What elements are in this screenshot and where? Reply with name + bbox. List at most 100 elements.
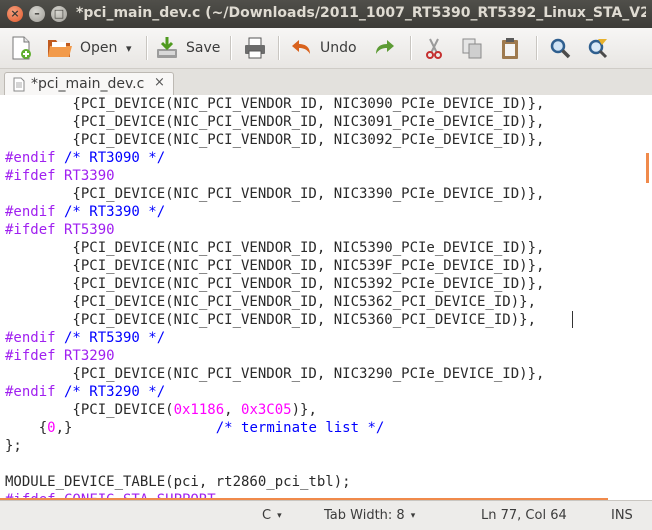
- chevron-down-icon: ▾: [410, 511, 416, 521]
- code-token: #endif: [5, 204, 56, 220]
- tab-width-selector[interactable]: Tab Width: 8 ▾: [324, 508, 415, 523]
- code-line[interactable]: {PCI_DEVICE(NIC_PCI_VENDOR_ID, NIC5360_P…: [5, 311, 536, 329]
- print-button[interactable]: [242, 34, 268, 62]
- code-token: /* terminate list */: [215, 420, 385, 436]
- code-token: {PCI_DEVICE(NIC_PCI_VENDOR_ID, NIC5392_P…: [5, 276, 545, 292]
- chevron-down-icon: ▾: [126, 41, 132, 55]
- find-replace-icon: [588, 39, 608, 59]
- tab-label: *pci_main_dev.c: [31, 76, 145, 92]
- search-icon: [550, 38, 571, 59]
- code-line[interactable]: #ifdef RT3290: [5, 347, 115, 365]
- tab-close-icon[interactable]: ×: [154, 75, 165, 90]
- language-label: C: [262, 508, 272, 523]
- document-tab-bar: *pci_main_dev.c ×: [0, 69, 652, 97]
- tab-pci-main-dev[interactable]: *pci_main_dev.c ×: [4, 72, 174, 97]
- copy-button[interactable]: [460, 34, 484, 62]
- right-margin-marker: [646, 153, 649, 183]
- code-line[interactable]: #endif /* RT5390 */: [5, 329, 165, 347]
- toolbar-separator: [278, 36, 280, 60]
- code-line[interactable]: {PCI_DEVICE(NIC_PCI_VENDOR_ID, NIC5390_P…: [5, 239, 544, 257]
- code-token: {PCI_DEVICE(: [5, 402, 174, 418]
- scissors-icon: [426, 38, 442, 59]
- code-token: /* RT3290 */: [55, 384, 166, 400]
- code-token: {PCI_DEVICE(NIC_PCI_VENDOR_ID, NIC3290_P…: [5, 366, 545, 382]
- code-token: 0x3C05: [241, 402, 292, 418]
- save-button-label: Save: [186, 40, 221, 56]
- code-line[interactable]: {PCI_DEVICE(NIC_PCI_VENDOR_ID, NIC3090_P…: [5, 95, 544, 113]
- code-line[interactable]: {0,} /* terminate list */: [5, 419, 385, 437]
- cursor-position: Ln 77, Col 64: [481, 508, 567, 523]
- code-token: ,}: [55, 420, 216, 436]
- toolbar-separator: [410, 36, 412, 60]
- save-icon: [157, 37, 177, 58]
- open-button[interactable]: Open: [46, 34, 117, 62]
- code-line[interactable]: MODULE_DEVICE_TABLE(pci, rt2860_pci_tbl)…: [5, 473, 351, 491]
- folder-open-icon: [48, 40, 72, 57]
- code-line[interactable]: #ifdef RT3390: [5, 167, 115, 185]
- search-button[interactable]: [548, 34, 572, 62]
- undo-button-label: Undo: [320, 40, 357, 56]
- toolbar-separator: [230, 36, 232, 60]
- code-token: #endif: [5, 384, 56, 400]
- print-icon: [245, 37, 265, 59]
- code-token: {PCI_DEVICE(NIC_PCI_VENDOR_ID, NIC3090_P…: [5, 96, 545, 112]
- insert-mode-indicator: INS: [611, 508, 633, 523]
- code-line[interactable]: #endif /* RT3290 */: [5, 383, 165, 401]
- code-line[interactable]: {PCI_DEVICE(NIC_PCI_VENDOR_ID, NIC3091_P…: [5, 113, 544, 131]
- code-token: /* RT5390 */: [55, 330, 166, 346]
- code-token: {PCI_DEVICE(NIC_PCI_VENDOR_ID, NIC3092_P…: [5, 132, 545, 148]
- save-button[interactable]: Save: [154, 34, 220, 62]
- code-line[interactable]: };: [5, 437, 22, 455]
- code-line[interactable]: {PCI_DEVICE(0x1186, 0x3C05)},: [5, 401, 316, 419]
- window-title: *pci_main_dev.c (~/Downloads/2011_1007_R…: [76, 5, 646, 21]
- clipboard-icon: [502, 38, 518, 59]
- open-button-label: Open: [80, 40, 118, 56]
- code-token: #endif: [5, 150, 56, 166]
- text-caret: [572, 311, 573, 328]
- new-document-icon: [12, 36, 31, 60]
- code-token: 0: [47, 420, 56, 436]
- code-editor[interactable]: {PCI_DEVICE(NIC_PCI_VENDOR_ID, NIC3090_P…: [0, 95, 652, 500]
- toolbar: Open ▾ Save Undo: [0, 28, 652, 69]
- code-line[interactable]: {PCI_DEVICE(NIC_PCI_VENDOR_ID, NIC3290_P…: [5, 365, 544, 383]
- find-replace-button[interactable]: [586, 34, 610, 62]
- status-bar: C ▾ Tab Width: 8 ▾ Ln 77, Col 64 INS: [0, 500, 652, 530]
- redo-button[interactable]: [372, 34, 396, 62]
- redo-icon: [376, 40, 394, 54]
- paste-button[interactable]: [498, 34, 522, 62]
- tab-width-label: Tab Width: 8: [324, 508, 405, 523]
- new-document-button[interactable]: [8, 34, 34, 62]
- text-document-icon: [13, 77, 25, 92]
- code-token: {PCI_DEVICE(NIC_PCI_VENDOR_ID, NIC3091_P…: [5, 114, 545, 130]
- code-token: #ifdef RT3290: [5, 348, 115, 364]
- code-token: ,: [224, 402, 242, 418]
- code-token: {PCI_DEVICE(NIC_PCI_VENDOR_ID, NIC3390_P…: [5, 186, 545, 202]
- code-line[interactable]: {PCI_DEVICE(NIC_PCI_VENDOR_ID, NIC3390_P…: [5, 185, 544, 203]
- language-selector[interactable]: C ▾: [262, 508, 282, 523]
- code-token: {PCI_DEVICE(NIC_PCI_VENDOR_ID, NIC539F_P…: [5, 258, 545, 274]
- copy-icon: [462, 38, 482, 59]
- code-line[interactable]: {PCI_DEVICE(NIC_PCI_VENDOR_ID, NIC3092_P…: [5, 131, 544, 149]
- code-token: /* RT3390 */: [55, 204, 166, 220]
- code-line[interactable]: {PCI_DEVICE(NIC_PCI_VENDOR_ID, NIC539F_P…: [5, 257, 544, 275]
- code-line[interactable]: #endif /* RT3390 */: [5, 203, 165, 221]
- code-token: {PCI_DEVICE(NIC_PCI_VENDOR_ID, NIC5362_P…: [5, 294, 537, 310]
- maximize-window-button[interactable]: □: [51, 6, 67, 22]
- code-line[interactable]: {PCI_DEVICE(NIC_PCI_VENDOR_ID, NIC5362_P…: [5, 293, 536, 311]
- code-line[interactable]: #endif /* RT3090 */: [5, 149, 165, 167]
- chevron-down-icon: ▾: [277, 511, 282, 521]
- code-token: #endif: [5, 330, 56, 346]
- open-recent-dropdown[interactable]: ▾: [126, 34, 132, 62]
- code-token: #ifdef RT3390: [5, 168, 115, 184]
- toolbar-separator: [536, 36, 538, 60]
- code-token: };: [5, 438, 22, 454]
- code-token: /* RT3090 */: [55, 150, 166, 166]
- minimize-window-button[interactable]: –: [29, 6, 45, 22]
- code-line[interactable]: {PCI_DEVICE(NIC_PCI_VENDOR_ID, NIC5392_P…: [5, 275, 544, 293]
- cut-button[interactable]: [422, 34, 446, 62]
- code-token: {: [5, 420, 48, 436]
- code-line[interactable]: #ifdef RT5390: [5, 221, 115, 239]
- undo-button[interactable]: Undo: [290, 34, 357, 62]
- close-window-button[interactable]: ×: [7, 6, 23, 22]
- title-bar: × – □ *pci_main_dev.c (~/Downloads/2011_…: [0, 0, 652, 28]
